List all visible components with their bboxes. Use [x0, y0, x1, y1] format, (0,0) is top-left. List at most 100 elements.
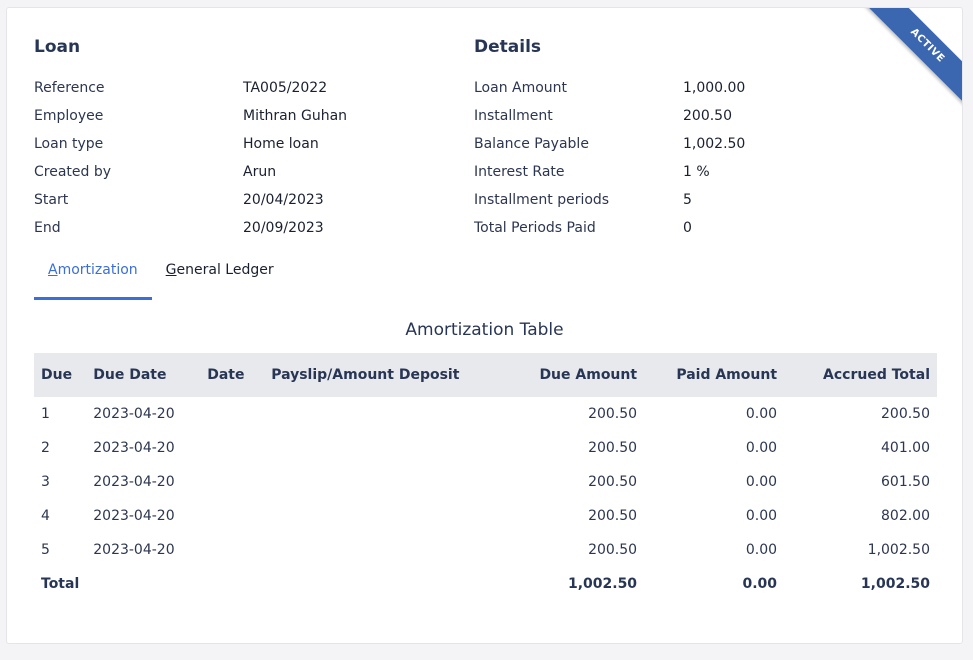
field-label: Loan Amount — [474, 80, 568, 96]
header-accrued-total: Accrued Total — [823, 367, 930, 383]
field-value: 200.50 — [683, 108, 732, 124]
field-label: Balance Payable — [474, 136, 589, 152]
cell-due: 5 — [41, 542, 50, 558]
tab-label: mortization — [57, 262, 138, 278]
details-field-installment-periods: Installment periods 5 — [474, 186, 745, 214]
field-label: Created by — [34, 164, 112, 180]
cell-due: 4 — [41, 508, 50, 524]
cell-date — [200, 465, 264, 499]
field-value: 20/04/2023 — [243, 192, 324, 208]
field-value: Arun — [243, 164, 277, 180]
table-row: 5 2023-04-20 200.50 0.00 1,002.50 — [34, 533, 937, 567]
cell-due-date: 2023-04-20 — [93, 440, 175, 456]
loan-card: ACTIVE Loan Reference TA005/2022 Employee… — [6, 7, 963, 644]
status-ribbon-wrap: ACTIVE — [858, 8, 962, 112]
cell-accrued-total: 601.50 — [881, 474, 930, 490]
tab-accesskey: A — [48, 262, 58, 278]
amortization-table-title: Amortization Table — [405, 320, 564, 340]
table-row: 3 2023-04-20 200.50 0.00 601.50 — [34, 465, 937, 499]
cell-accrued-total: 200.50 — [881, 406, 930, 422]
details-section-title: Details — [474, 37, 542, 57]
field-value: Mithran Guhan — [243, 108, 348, 124]
header-payslip: Payslip/Amount Deposit — [271, 367, 460, 383]
header-due: Due — [41, 367, 73, 383]
cell-due-amount: 200.50 — [588, 474, 638, 490]
header-due-amount: Due Amount — [539, 367, 638, 383]
cell-due-date: 2023-04-20 — [93, 474, 175, 490]
loan-field-start: Start 20/04/2023 — [34, 186, 347, 214]
details-field-balance-payable: Balance Payable 1,002.50 — [474, 130, 745, 158]
cell-due-date: 2023-04-20 — [93, 542, 175, 558]
cell-date — [200, 499, 264, 533]
total-empty — [264, 567, 494, 601]
cell-paid-amount: 0.00 — [745, 440, 778, 456]
field-value: 1 % — [683, 164, 710, 180]
cell-due-date: 2023-04-20 — [93, 406, 175, 422]
cell-paid-amount: 0.00 — [745, 508, 778, 524]
cell-payslip — [264, 499, 494, 533]
cell-accrued-total: 401.00 — [881, 440, 930, 456]
table-row: 4 2023-04-20 200.50 0.00 802.00 — [34, 499, 937, 533]
status-ribbon: ACTIVE — [864, 8, 962, 109]
amortization-table: Due Due Date Date Payslip/Amount Deposit… — [34, 353, 937, 601]
cell-due-amount: 200.50 — [588, 406, 638, 422]
loan-field-end: End 20/09/2023 — [34, 214, 347, 242]
header-due-date: Due Date — [93, 367, 167, 383]
details-fields: Loan Amount 1,000.00 Installment 200.50 Ba… — [474, 74, 745, 242]
total-accrued-total: 1,002.50 — [860, 576, 930, 592]
total-paid-amount: 0.00 — [742, 576, 778, 592]
field-label: Start — [34, 192, 69, 208]
cell-paid-amount: 0.00 — [745, 474, 778, 490]
field-label: Reference — [34, 80, 105, 96]
field-value: TA005/2022 — [243, 80, 328, 96]
cell-date — [200, 397, 264, 431]
total-empty — [86, 567, 200, 601]
field-label: Total Periods Paid — [474, 220, 596, 236]
field-value: 0 — [683, 220, 692, 236]
tab-accesskey: G — [165, 262, 177, 278]
tab-label: eneral Ledger — [176, 262, 274, 278]
cell-due: 3 — [41, 474, 50, 490]
cell-due: 2 — [41, 440, 50, 456]
header-date: Date — [207, 367, 245, 383]
field-label: Interest Rate — [474, 164, 565, 180]
loan-field-employee: Employee Mithran Guhan — [34, 102, 347, 130]
cell-date — [200, 533, 264, 567]
details-field-total-periods-paid: Total Periods Paid 0 — [474, 214, 745, 242]
field-value: 1,002.50 — [683, 136, 746, 152]
header-paid-amount: Paid Amount — [676, 367, 778, 383]
tab-bar: Amortization General Ledger — [34, 256, 288, 300]
details-field-loan-amount: Loan Amount 1,000.00 — [474, 74, 745, 102]
tab-general-ledger[interactable]: General Ledger — [152, 256, 288, 300]
cell-payslip — [264, 431, 494, 465]
cell-due-amount: 200.50 — [588, 440, 638, 456]
field-label: Employee — [34, 108, 104, 124]
cell-date — [200, 431, 264, 465]
table-row: 2 2023-04-20 200.50 0.00 401.00 — [34, 431, 937, 465]
cell-payslip — [264, 397, 494, 431]
details-field-interest-rate: Interest Rate 1 % — [474, 158, 745, 186]
cell-paid-amount: 0.00 — [745, 542, 778, 558]
cell-payslip — [264, 533, 494, 567]
table-total-row: Total 1,002.50 0.00 1,002.50 — [34, 567, 937, 601]
field-label: Installment — [474, 108, 553, 124]
table-row: 1 2023-04-20 200.50 0.00 200.50 — [34, 397, 937, 431]
cell-accrued-total: 1,002.50 — [867, 542, 930, 558]
loan-field-reference: Reference TA005/2022 — [34, 74, 347, 102]
details-field-installment: Installment 200.50 — [474, 102, 745, 130]
loan-field-created-by: Created by Arun — [34, 158, 347, 186]
tab-amortization[interactable]: Amortization — [34, 256, 152, 300]
field-value: 1,000.00 — [683, 80, 746, 96]
table-header-row: Due Due Date Date Payslip/Amount Deposit… — [34, 353, 937, 397]
loan-fields: Reference TA005/2022 Employee Mithran Guha… — [34, 74, 347, 242]
cell-payslip — [264, 465, 494, 499]
loan-field-loan-type: Loan type Home loan — [34, 130, 347, 158]
cell-due: 1 — [41, 406, 50, 422]
cell-due-date: 2023-04-20 — [93, 508, 175, 524]
cell-accrued-total: 802.00 — [881, 508, 930, 524]
cell-due-amount: 200.50 — [588, 508, 638, 524]
cell-due-amount: 200.50 — [588, 542, 638, 558]
loan-section-title: Loan — [34, 37, 81, 57]
total-due-amount: 1,002.50 — [567, 576, 638, 592]
field-value: Home loan — [243, 136, 319, 152]
